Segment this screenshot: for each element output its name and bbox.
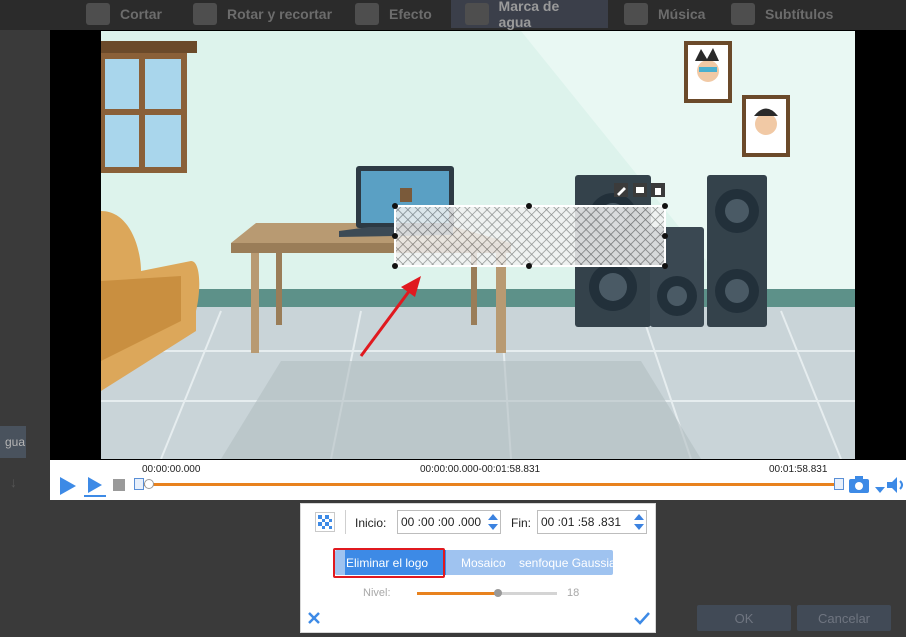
start-time-field[interactable]: 00 :00 :00 .000 (397, 510, 501, 534)
cancel-button[interactable]: Cancelar (797, 605, 891, 631)
video-preview (50, 30, 906, 460)
edit-tab-bar: Cortar Rotar y recortar Efecto Marca de … (0, 0, 906, 30)
level-slider-thumb[interactable] (494, 589, 503, 597)
close-icon[interactable] (307, 611, 321, 630)
divider (345, 510, 346, 534)
end-time-value: 00 :01 :58 .831 (541, 515, 622, 529)
tab-subtitulos[interactable]: Subtítulos (731, 0, 833, 28)
level-value: 18 (567, 587, 580, 599)
region-tools (614, 183, 665, 197)
time-start: 00:00:00.000 (142, 464, 201, 475)
level-slider-fill (417, 592, 499, 595)
tab-label: Cortar (120, 6, 163, 22)
mode-desenfoque-gaussiano[interactable]: senfoque Gaussia (519, 550, 613, 575)
mosaic-icon (315, 512, 335, 532)
trim-end-handle[interactable] (834, 478, 844, 490)
playhead[interactable] (144, 479, 154, 489)
download-icon: ↓ (10, 474, 17, 490)
volume-icon[interactable] (886, 476, 906, 499)
level-slider[interactable] (417, 589, 557, 597)
tab-label: Marca de agua (498, 0, 560, 30)
playback-controls: 00:00:00.000 00:00:00.000-00:01:58.831 0… (50, 460, 906, 500)
tab-marca-de-agua[interactable]: Marca de agua (451, 0, 608, 30)
subtitles-icon (731, 3, 755, 25)
tab-label: Rotar y recortar (227, 6, 333, 22)
play-icon[interactable] (58, 476, 78, 501)
time-end: 00:01:58.831 (769, 464, 828, 475)
tab-label: Subtítulos (765, 6, 834, 22)
trim-start-handle[interactable] (134, 478, 144, 490)
time-range: 00:00:00.000-00:01:58.831 (420, 464, 541, 475)
chevron-down-icon[interactable] (875, 481, 885, 499)
confirm-icon[interactable] (633, 611, 651, 630)
start-time-value: 00 :00 :00 .000 (401, 515, 482, 529)
logo-removal-panel: Inicio: 00 :00 :00 .000 Fin: 00 :01 :58 … (300, 503, 656, 633)
effect-icon (355, 3, 379, 25)
tab-rotar-recortar[interactable]: Rotar y recortar (193, 0, 332, 28)
tab-cortar[interactable]: Cortar (86, 0, 162, 28)
rotate-crop-icon (193, 3, 217, 25)
mode-mosaico[interactable]: Mosaico (461, 550, 506, 575)
timeline-progress[interactable] (142, 483, 838, 486)
ok-button[interactable]: OK (697, 605, 791, 631)
start-time-spinner[interactable] (488, 513, 498, 531)
tab-musica[interactable]: Música (624, 0, 705, 28)
end-time-spinner[interactable] (634, 513, 644, 531)
selection-highlight (333, 548, 445, 578)
sidebar-tab-watermark[interactable]: gua (0, 426, 26, 458)
end-time-field[interactable]: 00 :01 :58 .831 (537, 510, 647, 534)
cut-icon (86, 3, 110, 25)
tab-label: Música (658, 6, 706, 22)
room-scene-image (101, 31, 855, 459)
watermark-icon (465, 3, 489, 25)
video-frame (101, 31, 855, 459)
snapshot-icon[interactable] (848, 475, 872, 500)
end-time-label: Fin: (511, 516, 532, 530)
tab-efecto[interactable]: Efecto (355, 0, 432, 28)
stop-icon[interactable] (113, 479, 125, 491)
level-label: Nivel: (363, 587, 391, 599)
music-icon (624, 3, 648, 25)
play-segment-icon[interactable] (84, 476, 106, 503)
start-time-label: Inicio: (355, 516, 387, 530)
tab-label: Efecto (389, 6, 432, 22)
